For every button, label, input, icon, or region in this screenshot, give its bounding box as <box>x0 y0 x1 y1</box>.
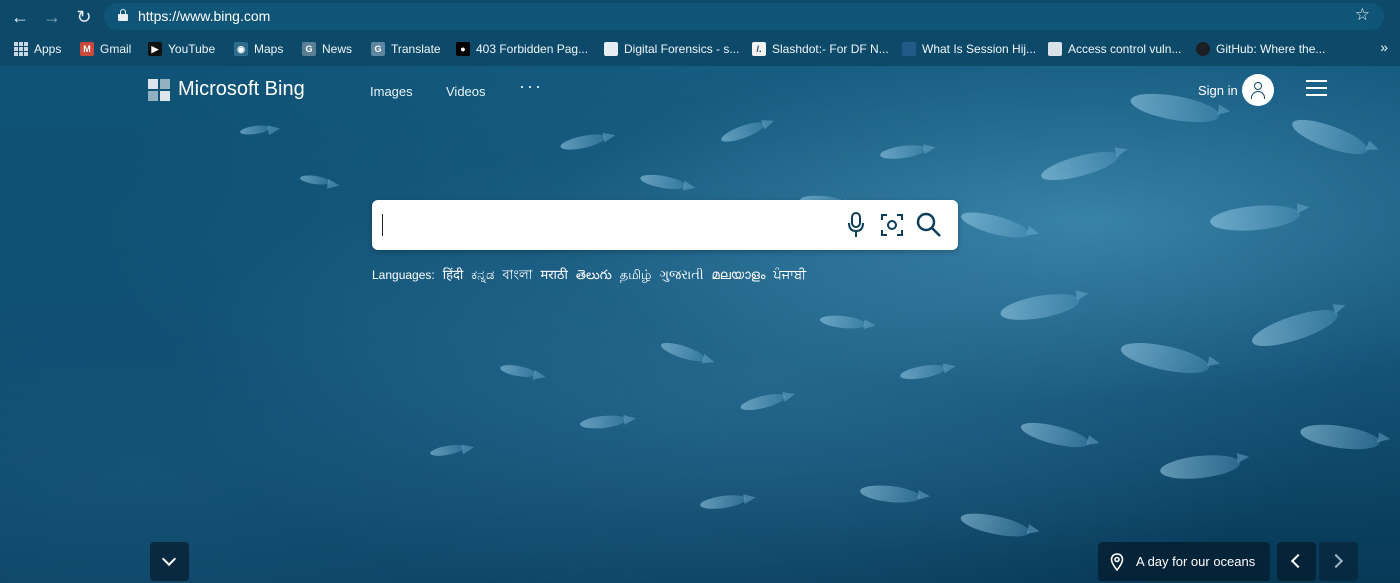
microsoft-logo-icon <box>148 78 170 101</box>
bookmark-maps[interactable]: ◉ Maps <box>234 39 283 59</box>
reload-icon[interactable]: ↻ <box>72 5 96 29</box>
bookmark-label: Maps <box>254 42 284 56</box>
apps-grid-icon <box>14 42 28 56</box>
gmail-icon: M <box>80 42 94 56</box>
microphone-icon[interactable] <box>846 212 866 238</box>
search-box <box>372 200 958 250</box>
caption-text: A day for our oceans <box>1136 554 1256 569</box>
github-icon <box>1196 42 1210 56</box>
bookmark-label: Gmail <box>100 42 132 56</box>
bookmark-label: Slashdot:- For DF N... <box>772 42 889 56</box>
text-cursor <box>382 214 383 236</box>
nav-videos-link[interactable]: Videos <box>446 84 486 99</box>
back-arrow-icon[interactable]: ← <box>8 5 32 29</box>
bookmark-label: News <box>322 42 353 56</box>
lock-icon <box>118 9 128 21</box>
news-icon: G <box>302 42 316 56</box>
bing-homepage: Microsoft Bing Images Videos ··· Sign in… <box>0 66 1400 583</box>
bookmark-access-control[interactable]: Access control vuln... <box>1048 39 1181 59</box>
language-link-telugu[interactable]: తెలుగు <box>576 267 612 286</box>
languages-label: Languages: <box>372 268 435 282</box>
medium-icon: ● <box>456 42 470 56</box>
bookmark-label: Translate <box>391 42 441 56</box>
bookmark-label: YouTube <box>168 42 216 56</box>
languages-bar: Languages: हिंदी ಕನ್ನಡ বাংলা मराठी తెలుగ… <box>372 265 806 287</box>
bookmark-label: 403 Forbidden Pag... <box>476 42 589 56</box>
bookmark-translate[interactable]: G Translate <box>371 39 441 59</box>
language-link-bangla[interactable]: বাংলা <box>502 266 532 287</box>
sign-in-link[interactable]: Sign in <box>1198 83 1238 98</box>
address-bar-row: ← → ↻ https://www.bing.com ☆ <box>0 0 1400 34</box>
bookmark-label: What Is Session Hij... <box>922 42 1037 56</box>
bookmarks-bar: Apps M Gmail ▶ YouTube ◉ Maps G News G T… <box>0 36 1400 62</box>
chevron-left-icon <box>1290 553 1306 569</box>
previous-image-button[interactable] <box>1277 542 1316 581</box>
hamburger-menu-icon[interactable] <box>1306 80 1327 96</box>
nav-more-button[interactable]: ··· <box>519 76 543 97</box>
language-link-punjabi[interactable]: ਪੰਜਾਬੀ <box>773 267 806 283</box>
bookmark-gmail[interactable]: M Gmail <box>80 39 131 59</box>
bing-logo[interactable]: Microsoft Bing <box>148 78 305 101</box>
bookmark-youtube[interactable]: ▶ YouTube <box>148 39 215 59</box>
bookmark-403[interactable]: ● 403 Forbidden Pag... <box>456 39 588 59</box>
scroll-down-button[interactable] <box>150 542 189 581</box>
chevron-right-icon <box>1328 553 1344 569</box>
bookmark-digital-forensics[interactable]: Digital Forensics - s... <box>604 39 739 59</box>
maps-icon: ◉ <box>234 42 248 56</box>
image-caption-button[interactable]: A day for our oceans <box>1098 542 1270 581</box>
bookmark-label: Digital Forensics - s... <box>624 42 740 56</box>
next-image-button[interactable] <box>1319 542 1358 581</box>
bookmark-label: Apps <box>34 42 62 56</box>
location-pin-icon <box>1110 552 1124 571</box>
more-bookmarks-button[interactable]: » <box>1380 39 1388 55</box>
shield-icon <box>902 42 916 56</box>
forward-arrow-icon[interactable]: → <box>40 5 64 29</box>
slashdot-icon: /. <box>752 42 766 56</box>
language-link-tamil[interactable]: தமிழ் <box>620 267 652 284</box>
bookmark-github[interactable]: GitHub: Where the... <box>1196 39 1325 59</box>
bookmark-slashdot[interactable]: /. Slashdot:- For DF N... <box>752 39 889 59</box>
chevron-down-icon <box>161 551 177 567</box>
language-link-hindi[interactable]: हिंदी <box>443 265 464 283</box>
bookmark-session-hijacking[interactable]: What Is Session Hij... <box>902 39 1036 59</box>
address-bar[interactable]: https://www.bing.com ☆ <box>104 3 1384 30</box>
bookmark-star-icon[interactable]: ☆ <box>1355 5 1370 25</box>
url-text[interactable]: https://www.bing.com <box>138 8 270 24</box>
translate-icon: G <box>371 42 385 56</box>
browser-chrome: ← → ↻ https://www.bing.com ☆ Apps M Gmai… <box>0 0 1400 66</box>
language-link-kannada[interactable]: ಕನ್ನಡ <box>471 267 494 283</box>
bookmark-apps[interactable]: Apps <box>14 39 61 59</box>
nav-images-link[interactable]: Images <box>370 84 413 99</box>
bookmark-news[interactable]: G News <box>302 39 352 59</box>
page-icon <box>1048 42 1062 56</box>
language-link-marathi[interactable]: मराठी <box>540 265 567 283</box>
visual-search-icon[interactable] <box>880 213 904 237</box>
bookmark-label: Access control vuln... <box>1068 42 1182 56</box>
language-link-malayalam[interactable]: മലയാളം <box>712 267 766 283</box>
logo-text: Microsoft Bing <box>178 78 305 100</box>
youtube-icon: ▶ <box>148 42 162 56</box>
user-avatar-icon[interactable] <box>1242 74 1274 106</box>
search-icon[interactable] <box>916 212 942 238</box>
search-input[interactable] <box>382 208 832 242</box>
page-icon <box>604 42 618 56</box>
language-link-gujarati[interactable]: ગુજરાતી <box>660 267 704 283</box>
bookmark-label: GitHub: Where the... <box>1216 42 1326 56</box>
